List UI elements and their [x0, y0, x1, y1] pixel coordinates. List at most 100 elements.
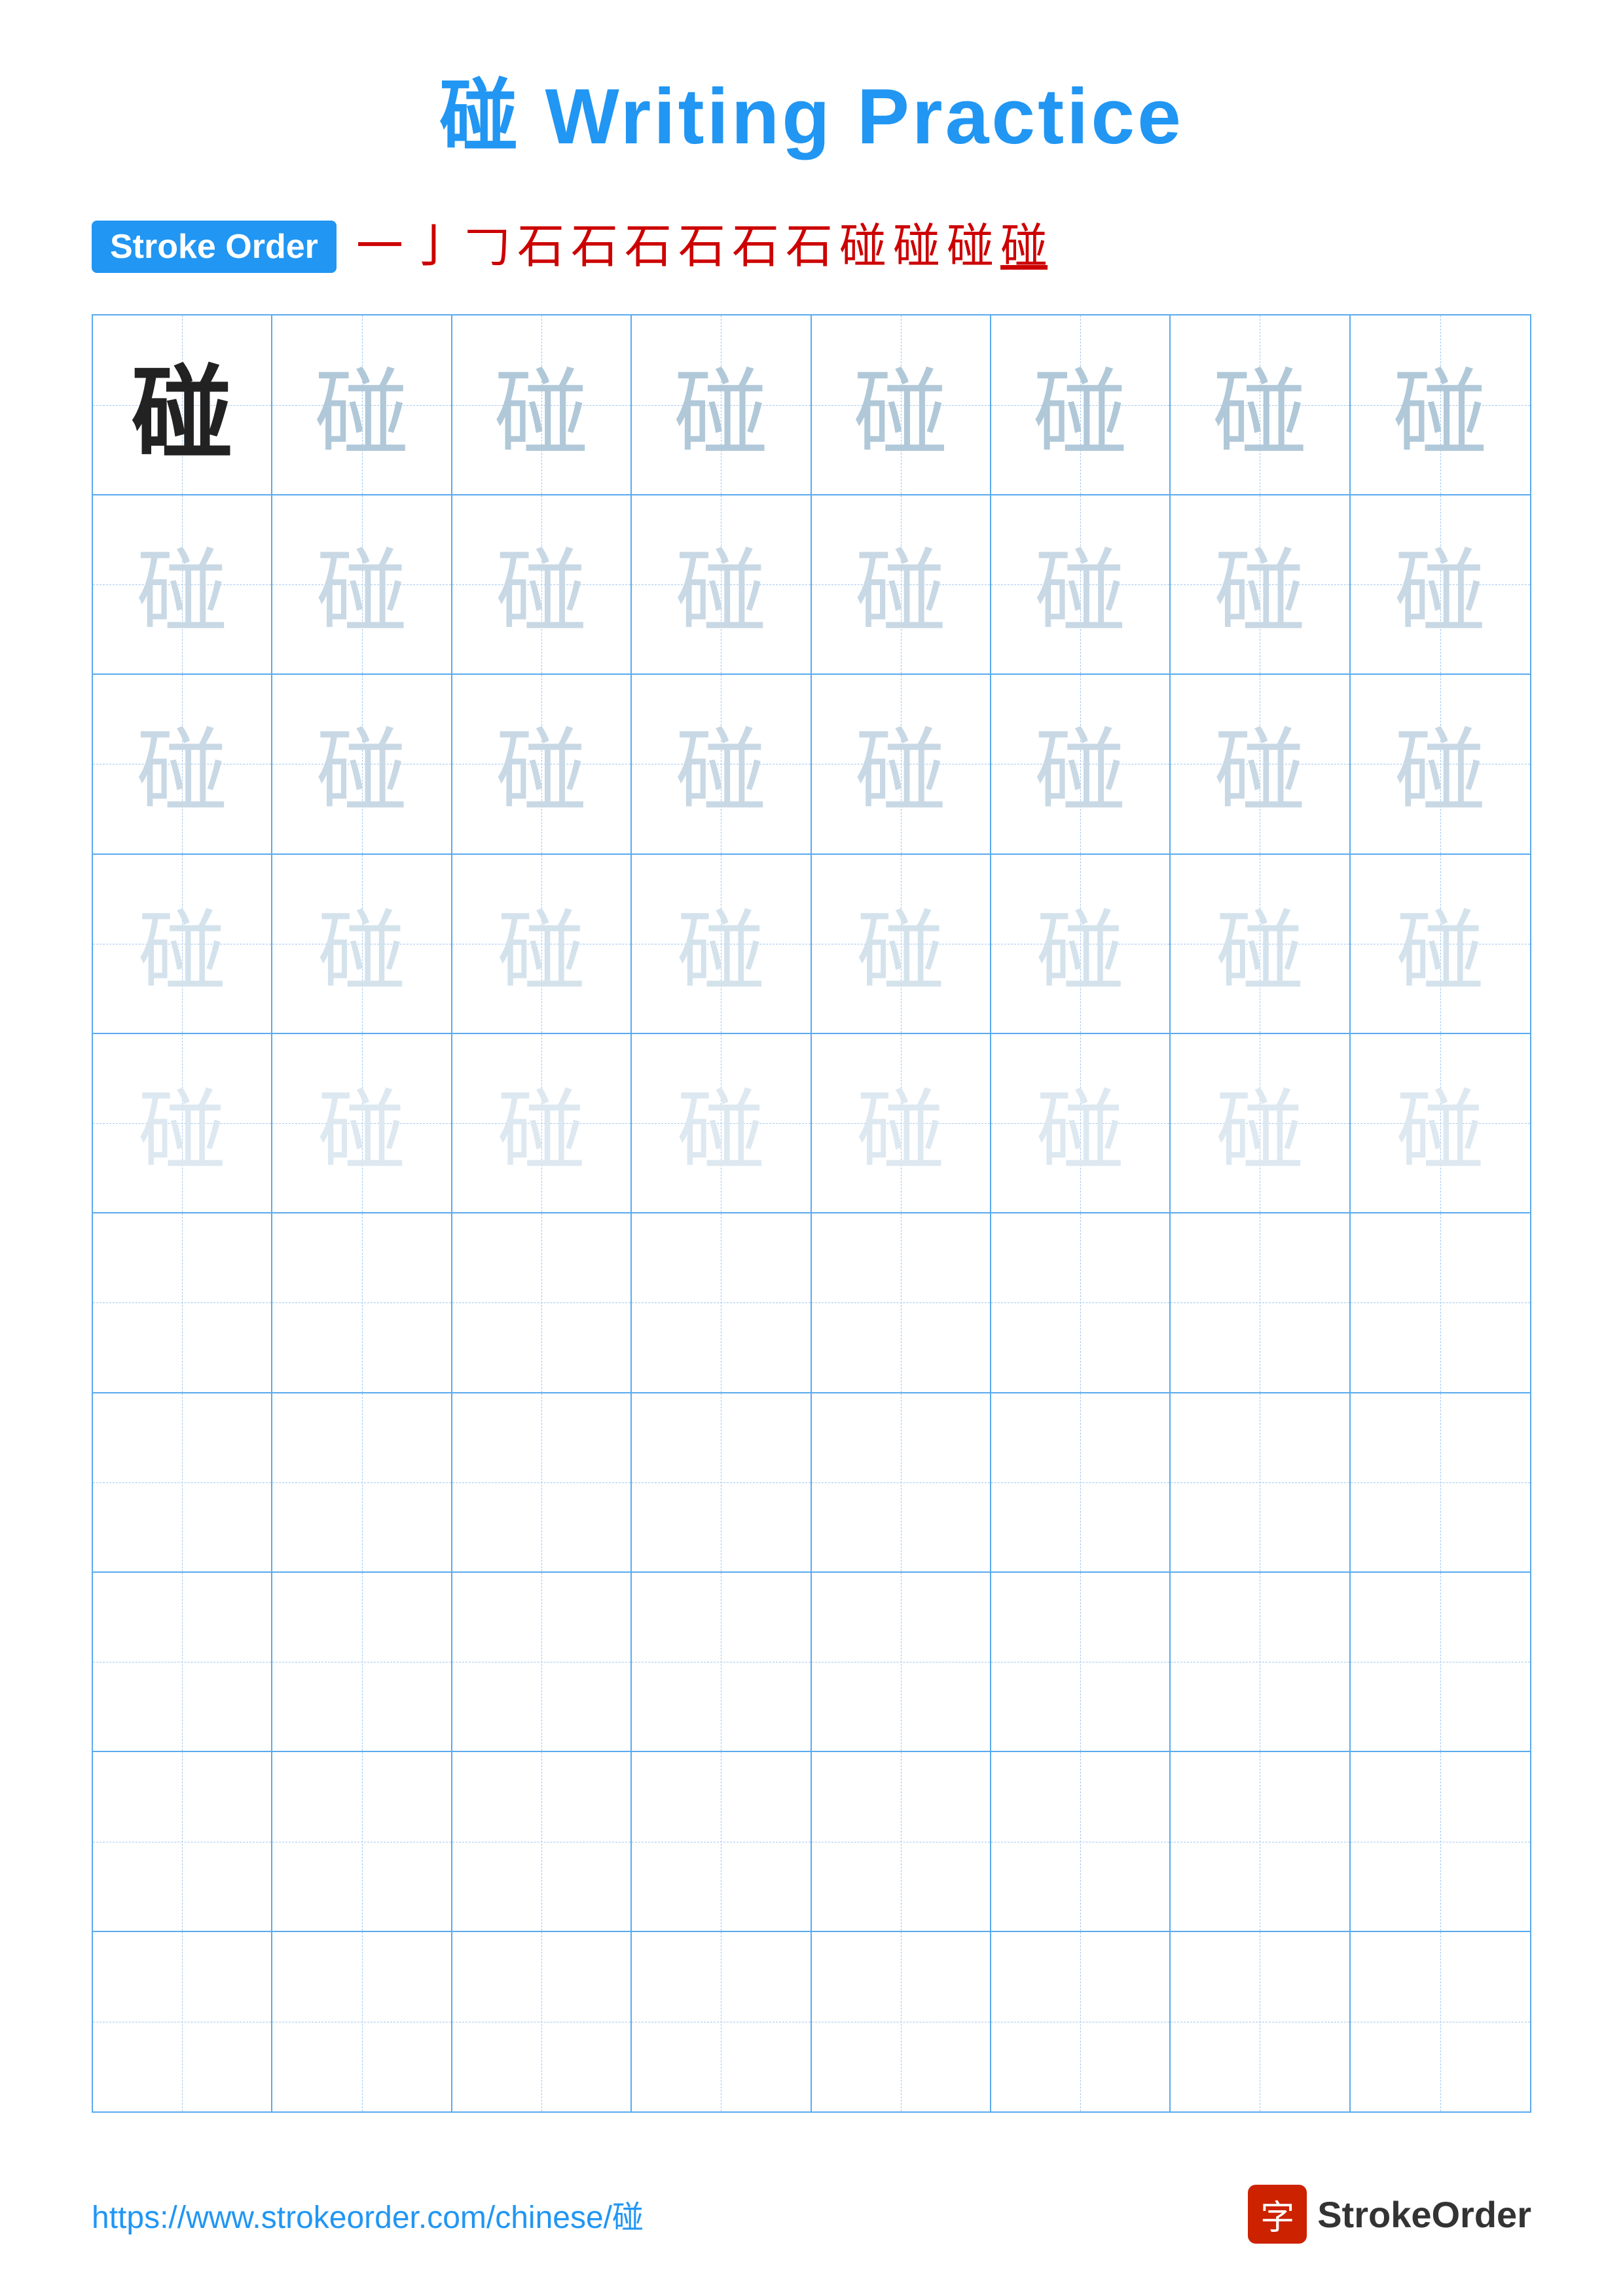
practice-char: 碰 — [1034, 698, 1126, 830]
grid-cell[interactable] — [452, 1932, 632, 2111]
grid-cell[interactable] — [272, 1932, 452, 2111]
grid-cell[interactable] — [1351, 1213, 1530, 1393]
grid-cell[interactable] — [452, 1752, 632, 1931]
grid-cell[interactable]: 碰 — [452, 495, 632, 675]
grid-cell[interactable]: 碰 — [812, 1034, 991, 1213]
grid-cell[interactable]: 碰 — [272, 495, 452, 675]
grid-cell[interactable]: 碰 — [93, 315, 272, 495]
grid-cell[interactable] — [812, 1393, 991, 1573]
grid-cell[interactable] — [1171, 1573, 1350, 1752]
grid-cell[interactable]: 碰 — [93, 1034, 272, 1213]
stroke-10: 碰 — [839, 219, 886, 275]
grid-cell[interactable]: 碰 — [812, 675, 991, 854]
grid-cell[interactable]: 碰 — [272, 675, 452, 854]
grid-cell[interactable]: 碰 — [991, 675, 1171, 854]
grid-cell[interactable]: 碰 — [1171, 675, 1350, 854]
grid-cell[interactable] — [812, 1932, 991, 2111]
grid-cell[interactable] — [1351, 1752, 1530, 1931]
grid-cell[interactable] — [272, 1393, 452, 1573]
practice-char: 碰 — [674, 336, 769, 474]
practice-char: 碰 — [132, 331, 233, 478]
grid-cell[interactable]: 碰 — [452, 675, 632, 854]
grid-row-5: 碰 碰 碰 碰 碰 碰 碰 碰 — [93, 1034, 1530, 1213]
grid-cell[interactable] — [93, 1393, 272, 1573]
grid-cell[interactable]: 碰 — [991, 1034, 1171, 1213]
grid-cell[interactable] — [991, 1932, 1171, 2111]
grid-cell[interactable] — [93, 1932, 272, 2111]
grid-cell[interactable]: 碰 — [812, 315, 991, 495]
stroke-8: 石 — [732, 219, 779, 275]
footer-url[interactable]: https://www.strokeorder.com/chinese/碰 — [92, 2191, 644, 2237]
grid-cell[interactable]: 碰 — [93, 855, 272, 1034]
grid-cell[interactable] — [632, 1932, 811, 2111]
grid-cell[interactable] — [991, 1213, 1171, 1393]
grid-cell[interactable]: 碰 — [1351, 495, 1530, 675]
grid-cell[interactable] — [632, 1213, 811, 1393]
grid-cell[interactable]: 碰 — [812, 495, 991, 675]
grid-cell[interactable] — [93, 1752, 272, 1931]
grid-cell[interactable]: 碰 — [1171, 1034, 1350, 1213]
grid-cell[interactable] — [1171, 1393, 1350, 1573]
grid-cell[interactable]: 碰 — [272, 1034, 452, 1213]
practice-char: 碰 — [675, 698, 767, 830]
grid-cell[interactable]: 碰 — [272, 315, 452, 495]
grid-cell[interactable]: 碰 — [272, 855, 452, 1034]
grid-cell[interactable]: 碰 — [1351, 315, 1530, 495]
grid-cell[interactable]: 碰 — [1351, 1034, 1530, 1213]
grid-cell[interactable]: 碰 — [991, 315, 1171, 495]
stroke-order-badge: Stroke Order — [92, 221, 337, 273]
grid-cell[interactable] — [93, 1213, 272, 1393]
stroke-9: 石 — [786, 219, 833, 275]
grid-cell[interactable]: 碰 — [632, 855, 811, 1034]
grid-cell[interactable] — [272, 1213, 452, 1393]
grid-cell[interactable]: 碰 — [1171, 855, 1350, 1034]
grid-cell[interactable] — [812, 1752, 991, 1931]
grid-cell[interactable] — [632, 1573, 811, 1752]
grid-cell[interactable] — [1351, 1573, 1530, 1752]
grid-cell[interactable] — [452, 1213, 632, 1393]
grid-cell[interactable]: 碰 — [991, 495, 1171, 675]
grid-cell[interactable]: 碰 — [632, 495, 811, 675]
practice-char: 碰 — [1396, 1059, 1484, 1187]
grid-cell[interactable] — [632, 1393, 811, 1573]
grid-row-10 — [93, 1932, 1530, 2111]
grid-cell[interactable]: 碰 — [1171, 315, 1350, 495]
grid-cell[interactable] — [991, 1752, 1171, 1931]
grid-row-9 — [93, 1752, 1530, 1931]
grid-cell[interactable] — [452, 1573, 632, 1752]
grid-cell[interactable] — [1171, 1213, 1350, 1393]
grid-cell[interactable] — [812, 1213, 991, 1393]
grid-cell[interactable]: 碰 — [1351, 675, 1530, 854]
grid-cell[interactable] — [1351, 1393, 1530, 1573]
grid-cell[interactable] — [812, 1573, 991, 1752]
grid-cell[interactable]: 碰 — [1351, 855, 1530, 1034]
practice-char: 碰 — [318, 1059, 406, 1187]
stroke-order-row: Stroke Order 一 亅 𠃌 石 石 石 石 石 石 碰 碰 碰 碰 — [92, 219, 1531, 275]
grid-cell[interactable]: 碰 — [991, 855, 1171, 1034]
grid-cell[interactable] — [1351, 1932, 1530, 2111]
grid-cell[interactable]: 碰 — [452, 315, 632, 495]
stroke-11: 碰 — [893, 219, 940, 275]
practice-char: 碰 — [138, 880, 227, 1008]
practice-char: 碰 — [1036, 1059, 1125, 1187]
grid-cell[interactable]: 碰 — [93, 495, 272, 675]
grid-cell[interactable]: 碰 — [632, 1034, 811, 1213]
grid-cell[interactable] — [991, 1573, 1171, 1752]
grid-cell[interactable] — [272, 1752, 452, 1931]
grid-cell[interactable]: 碰 — [452, 1034, 632, 1213]
grid-cell[interactable] — [272, 1573, 452, 1752]
grid-cell[interactable]: 碰 — [1171, 495, 1350, 675]
practice-char: 碰 — [316, 698, 408, 830]
grid-cell[interactable]: 碰 — [632, 315, 811, 495]
grid-cell[interactable] — [991, 1393, 1171, 1573]
grid-cell[interactable]: 碰 — [452, 855, 632, 1034]
grid-cell[interactable]: 碰 — [93, 675, 272, 854]
practice-char: 碰 — [318, 880, 406, 1008]
grid-cell[interactable] — [1171, 1932, 1350, 2111]
grid-cell[interactable] — [93, 1573, 272, 1752]
grid-cell[interactable]: 碰 — [812, 855, 991, 1034]
grid-cell[interactable]: 碰 — [632, 675, 811, 854]
grid-cell[interactable] — [632, 1752, 811, 1931]
grid-cell[interactable] — [452, 1393, 632, 1573]
grid-cell[interactable] — [1171, 1752, 1350, 1931]
